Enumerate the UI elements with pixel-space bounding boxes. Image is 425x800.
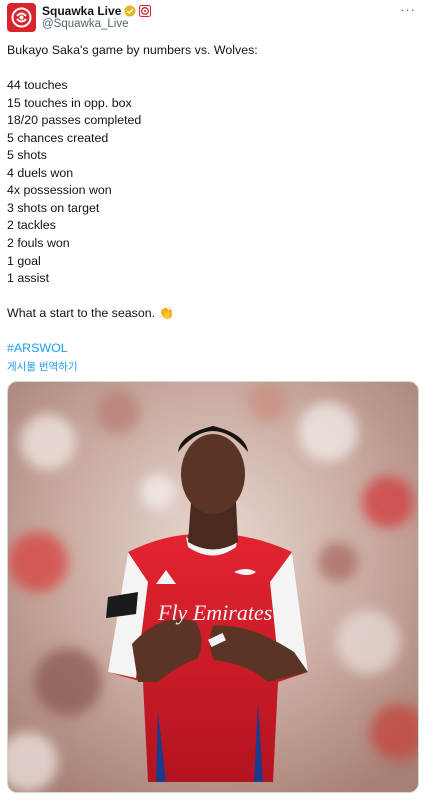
- author-name-row: Squawka Live: [42, 3, 152, 18]
- tweet-header: Squawka Live @Squawka_Live ···: [7, 3, 418, 33]
- stat-line: 2 tackles: [7, 218, 56, 233]
- affiliate-badge-icon[interactable]: [139, 4, 152, 17]
- translate-post-link[interactable]: 게시물 번역하기: [7, 359, 78, 374]
- author-display-name[interactable]: Squawka Live: [42, 4, 121, 18]
- player-photo: Fly Emirates: [8, 382, 418, 792]
- stat-line: 4 duels won: [7, 165, 74, 180]
- stat-line: 44 touches: [7, 78, 68, 93]
- tweet-text: Bukayo Saka's game by numbers vs. Wolves…: [7, 42, 417, 323]
- stat-line: 1 goal: [7, 253, 41, 268]
- stat-line: 2 fouls won: [7, 236, 70, 251]
- stat-line: 18/20 passes completed: [7, 113, 142, 128]
- squawka-logo-icon: [11, 7, 32, 28]
- gold-verified-badge-icon: [124, 5, 136, 16]
- author-handle[interactable]: @Squawka_Live: [42, 18, 128, 30]
- stat-line: 5 chances created: [7, 130, 109, 145]
- stat-line: 1 assist: [7, 271, 50, 286]
- tweet-photo[interactable]: Fly Emirates: [7, 381, 419, 793]
- more-options-icon[interactable]: ···: [400, 3, 416, 17]
- stat-line: 3 shots on target: [7, 200, 100, 215]
- stat-line: 15 touches in opp. box: [7, 95, 132, 110]
- hashtag-link[interactable]: #ARSWOL: [7, 341, 68, 355]
- svg-text:Fly Emirates: Fly Emirates: [157, 600, 272, 625]
- avatar[interactable]: [7, 3, 36, 32]
- stat-line: 4x possession won: [7, 183, 112, 198]
- tweet-closing: What a start to the season. 👏: [7, 306, 174, 321]
- stat-line: 5 shots: [7, 148, 47, 163]
- tweet-intro: Bukayo Saka's game by numbers vs. Wolves…: [7, 43, 258, 57]
